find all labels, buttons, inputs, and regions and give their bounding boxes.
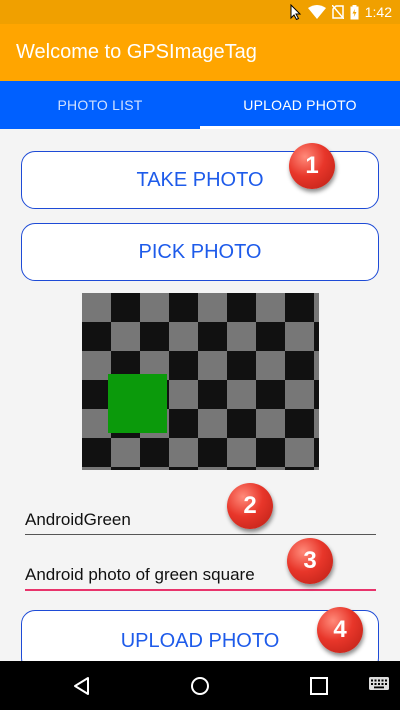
cursor-icon	[290, 4, 302, 20]
clock: 1:42	[364, 4, 392, 20]
tab-upload-photo[interactable]: UPLOAD PHOTO	[200, 81, 400, 129]
home-icon[interactable]	[189, 675, 211, 697]
keyboard-icon[interactable]	[368, 675, 394, 697]
photo-preview	[82, 293, 319, 470]
recents-icon[interactable]	[308, 675, 330, 697]
marker-1: 1	[289, 143, 335, 189]
back-icon[interactable]	[71, 675, 93, 697]
no-sim-icon	[331, 5, 344, 19]
pick-photo-button[interactable]: PICK PHOTO	[21, 223, 379, 281]
marker-3: 3	[287, 538, 333, 584]
title-field[interactable]	[25, 505, 376, 535]
battery-icon	[350, 4, 359, 20]
status-bar: 1:42	[0, 0, 400, 24]
app-bar: Welcome to GPSImageTag	[0, 24, 400, 81]
wifi-icon	[307, 5, 326, 19]
marker-4: 4	[317, 607, 363, 653]
green-square	[108, 374, 167, 433]
marker-2: 2	[227, 483, 273, 529]
app-title: Welcome to GPSImageTag	[16, 41, 257, 63]
tab-photo-list[interactable]: PHOTO LIST	[0, 81, 200, 129]
navigation-bar	[0, 661, 400, 710]
tab-bar: PHOTO LIST UPLOAD PHOTO	[0, 81, 400, 129]
